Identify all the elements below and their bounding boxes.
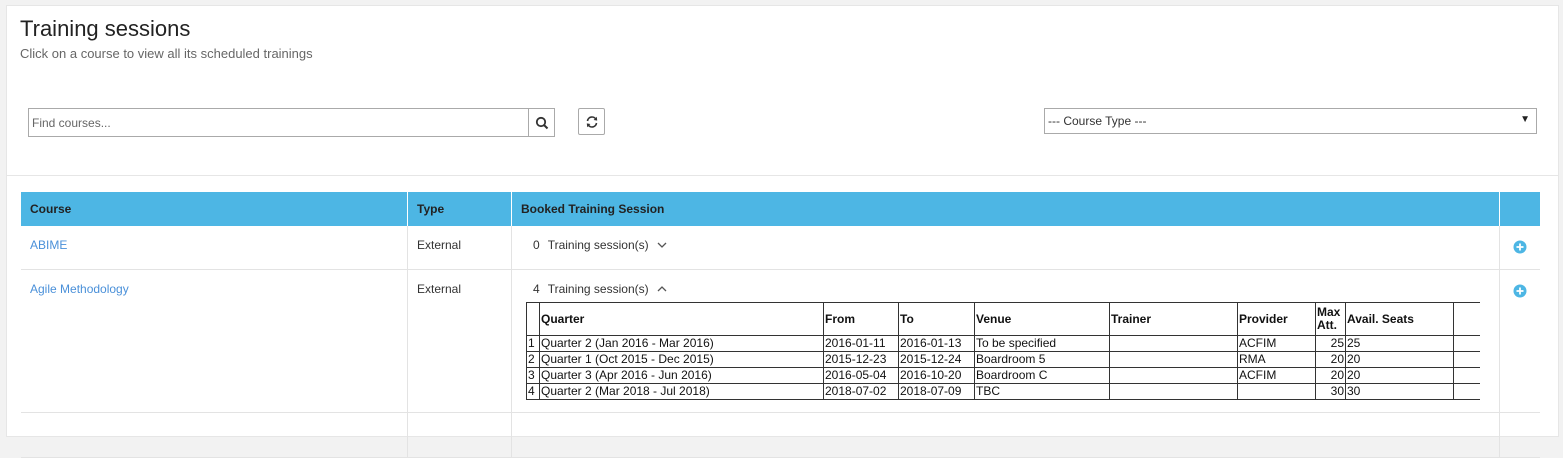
session-extra	[1453, 351, 1480, 368]
chevron-down-icon	[657, 242, 667, 248]
session-max-att: 20	[1315, 351, 1346, 368]
session-header-index	[526, 302, 540, 336]
session-avail-seats: 25	[1345, 335, 1454, 352]
main-panel: Training sessions Click on a course to v…	[6, 5, 1559, 458]
session-quarter: Quarter 2 (Mar 2018 - Jul 2018)	[539, 383, 824, 400]
session-header-venue: Venue	[974, 302, 1110, 336]
session-max-att: 30	[1315, 383, 1346, 400]
session-provider: RMA	[1237, 351, 1316, 368]
session-row[interactable]: 4 Quarter 2 (Mar 2018 - Jul 2018) 2018-0…	[526, 383, 1480, 400]
session-trainer	[1109, 383, 1238, 400]
session-provider	[1237, 383, 1316, 400]
session-from: 2018-07-02	[823, 383, 899, 400]
session-count: 4	[533, 282, 540, 296]
session-to: 2016-01-13	[898, 335, 975, 352]
session-index: 4	[526, 383, 540, 400]
session-provider: ACFIM	[1237, 335, 1316, 352]
table-row	[21, 412, 1540, 458]
session-avail-seats: 30	[1345, 383, 1454, 400]
session-to: 2015-12-24	[898, 351, 975, 368]
add-session-icon[interactable]	[1513, 240, 1527, 254]
search-box	[28, 108, 555, 137]
session-quarter: Quarter 2 (Jan 2016 - Mar 2016)	[539, 335, 824, 352]
session-index: 1	[526, 335, 540, 352]
column-header-booked-session[interactable]: Booked Training Session	[511, 192, 1500, 226]
session-extra	[1453, 383, 1480, 400]
session-avail-seats: 20	[1345, 367, 1454, 384]
session-from: 2016-01-11	[823, 335, 899, 352]
session-venue: Boardroom C	[974, 367, 1110, 384]
column-header-type[interactable]: Type	[407, 192, 512, 226]
session-count: 0	[533, 238, 540, 252]
session-toggle[interactable]: 0 Training session(s)	[521, 238, 667, 252]
session-extra	[1453, 367, 1480, 384]
session-quarter: Quarter 1 (Oct 2015 - Dec 2015)	[539, 351, 824, 368]
chevron-up-icon	[657, 286, 667, 292]
session-label: Training session(s)	[547, 282, 649, 296]
divider	[7, 175, 1558, 176]
session-venue: Boardroom 5	[974, 351, 1110, 368]
search-input[interactable]	[29, 109, 528, 136]
session-header-to: To	[898, 302, 975, 336]
session-index: 2	[526, 351, 540, 368]
session-header-max-att: Max Att.	[1315, 302, 1346, 336]
session-avail-seats: 20	[1345, 351, 1454, 368]
course-type: External	[407, 226, 512, 270]
session-trainer	[1109, 351, 1238, 368]
session-row[interactable]: 2 Quarter 1 (Oct 2015 - Dec 2015) 2015-1…	[526, 351, 1480, 368]
column-header-course[interactable]: Course	[21, 192, 408, 226]
session-venue: To be specified	[974, 335, 1110, 352]
session-extra	[1453, 335, 1480, 352]
session-label: Training session(s)	[547, 238, 649, 252]
dropdown-arrow-icon: ▼	[1520, 114, 1530, 125]
session-header-trainer: Trainer	[1109, 302, 1238, 336]
search-button[interactable]	[528, 109, 554, 136]
page-subtitle: Click on a course to view all its schedu…	[20, 46, 313, 61]
session-venue: TBC	[974, 383, 1110, 400]
sessions-table: Quarter From To Venue Trainer Provider M…	[526, 302, 1480, 400]
session-from: 2016-05-04	[823, 367, 899, 384]
session-quarter: Quarter 3 (Apr 2016 - Jun 2016)	[539, 367, 824, 384]
page-title: Training sessions	[20, 16, 191, 41]
table-row: Agile Methodology External 4 Training se…	[21, 269, 1540, 413]
course-type: External	[407, 269, 512, 413]
session-from: 2015-12-23	[823, 351, 899, 368]
session-trainer	[1109, 335, 1238, 352]
add-session-icon[interactable]	[1513, 284, 1527, 298]
session-header-provider: Provider	[1237, 302, 1316, 336]
session-header-extra	[1453, 302, 1480, 336]
session-to: 2016-10-20	[898, 367, 975, 384]
course-type-select[interactable]: --- Course Type --- ▼	[1044, 108, 1537, 134]
session-toggle[interactable]: 4 Training session(s)	[521, 282, 667, 296]
refresh-icon	[586, 115, 597, 128]
session-provider: ACFIM	[1237, 367, 1316, 384]
course-link[interactable]: ABIME	[30, 238, 67, 252]
session-row[interactable]: 1 Quarter 2 (Jan 2016 - Mar 2016) 2016-0…	[526, 335, 1480, 352]
courses-table: Course Type Booked Training Session ABIM…	[21, 192, 1540, 458]
course-link[interactable]: Agile Methodology	[30, 282, 129, 296]
course-type-selected: --- Course Type ---	[1048, 114, 1147, 128]
table-row: ABIME External 0 Training session(s)	[21, 226, 1540, 270]
session-header-avail-seats: Avail. Seats	[1345, 302, 1454, 336]
session-max-att: 25	[1315, 335, 1346, 352]
session-row[interactable]: 3 Quarter 3 (Apr 2016 - Jun 2016) 2016-0…	[526, 367, 1480, 384]
session-to: 2018-07-09	[898, 383, 975, 400]
session-index: 3	[526, 367, 540, 384]
session-header-from: From	[823, 302, 899, 336]
column-header-actions	[1499, 192, 1540, 226]
search-icon	[535, 116, 548, 129]
session-header-quarter: Quarter	[539, 302, 824, 336]
refresh-button[interactable]	[578, 108, 605, 135]
session-max-att: 20	[1315, 367, 1346, 384]
session-trainer	[1109, 367, 1238, 384]
